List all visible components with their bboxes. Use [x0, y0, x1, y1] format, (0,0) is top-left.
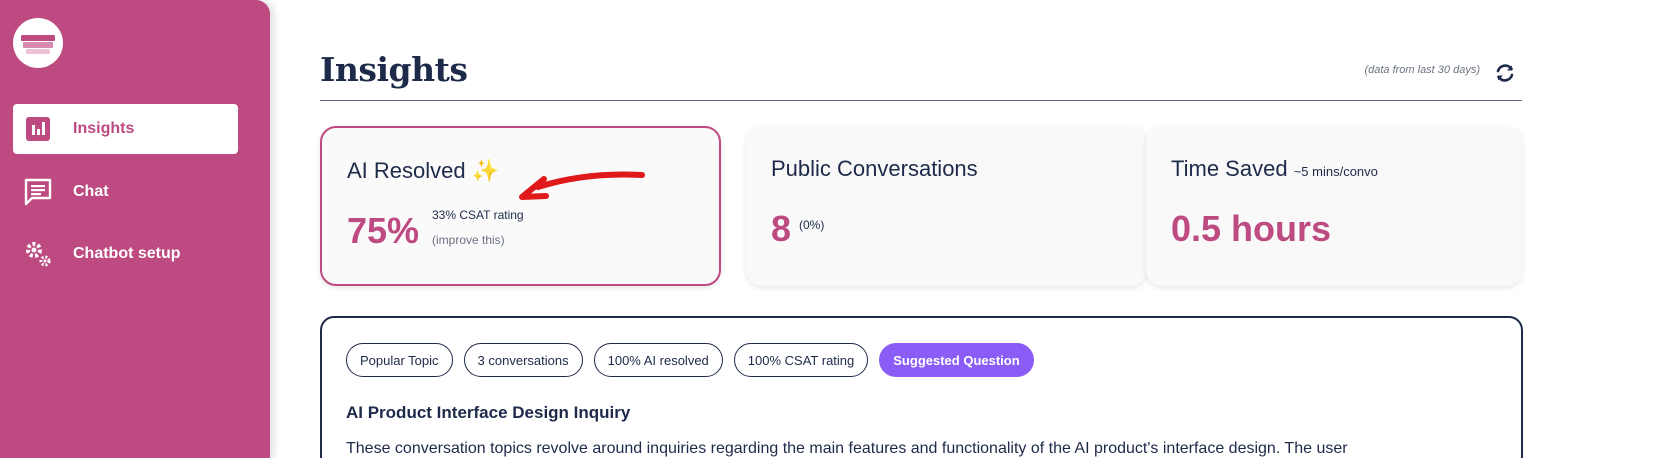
sidebar-item-label: Chatbot setup — [73, 245, 181, 262]
public-conversations-title: Public Conversations — [771, 156, 978, 181]
ai-resolved-value: 75% — [347, 210, 420, 251]
topic-tags: Popular Topic 3 conversations 100% AI re… — [346, 343, 1034, 377]
chat-bubble-icon — [23, 177, 53, 207]
public-conversations-card: Public Conversations 8 (0%) — [746, 126, 1147, 286]
sidebar: Insights Chat Chatbot setup — [0, 0, 270, 458]
bar-chart-icon — [23, 114, 53, 144]
refresh-icon[interactable] — [1494, 62, 1516, 84]
tag-ai-resolved: 100% AI resolved — [593, 343, 723, 377]
suggested-question-button[interactable]: Suggested Question — [879, 343, 1034, 377]
app-logo[interactable] — [13, 18, 63, 68]
tag-popular-topic: Popular Topic — [346, 343, 453, 377]
gears-icon — [23, 239, 53, 269]
card-title: Time Saved ~5 mins/convo — [1171, 156, 1378, 182]
card-title: AI Resolved ✨ — [347, 158, 499, 184]
time-saved-subtitle: ~5 mins/convo — [1293, 164, 1378, 179]
tag-conversations: 3 conversations — [463, 343, 583, 377]
title-divider — [320, 100, 1522, 101]
ai-resolved-card: AI Resolved ✨ 75% 33% CSAT rating (impro… — [320, 126, 721, 286]
topic-title: AI Product Interface Design Inquiry — [346, 403, 631, 422]
public-conversations-value: 8 — [771, 208, 792, 249]
data-range-note: (data from last 30 days) — [1364, 64, 1480, 76]
topic-description: These conversation topics revolve around… — [346, 440, 1348, 457]
sidebar-item-chat[interactable]: Chat — [13, 167, 238, 217]
topic-panel: Popular Topic 3 conversations 100% AI re… — [320, 316, 1523, 458]
csat-rating: 33% CSAT rating — [432, 208, 524, 222]
improve-link[interactable]: (improve this) — [432, 233, 505, 247]
page-title: Insights — [320, 50, 468, 89]
time-saved-value: 0.5 hours — [1171, 208, 1332, 249]
sidebar-item-label: Chat — [73, 183, 109, 200]
time-saved-card: Time Saved ~5 mins/convo 0.5 hours — [1146, 126, 1522, 286]
sidebar-item-label: Insights — [73, 120, 135, 137]
sparkles-icon: ✨ — [471, 158, 500, 183]
app-root: Insights Chat Chatbot setup Insights (da… — [0, 0, 1675, 458]
time-saved-title: Time Saved — [1171, 156, 1288, 181]
sidebar-item-insights[interactable]: Insights — [13, 104, 238, 154]
ai-resolved-title: AI Resolved — [347, 158, 466, 183]
public-conversations-percent: (0%) — [799, 218, 825, 232]
sidebar-item-chatbot-setup[interactable]: Chatbot setup — [13, 229, 238, 279]
tag-csat-rating: 100% CSAT rating — [733, 343, 869, 377]
